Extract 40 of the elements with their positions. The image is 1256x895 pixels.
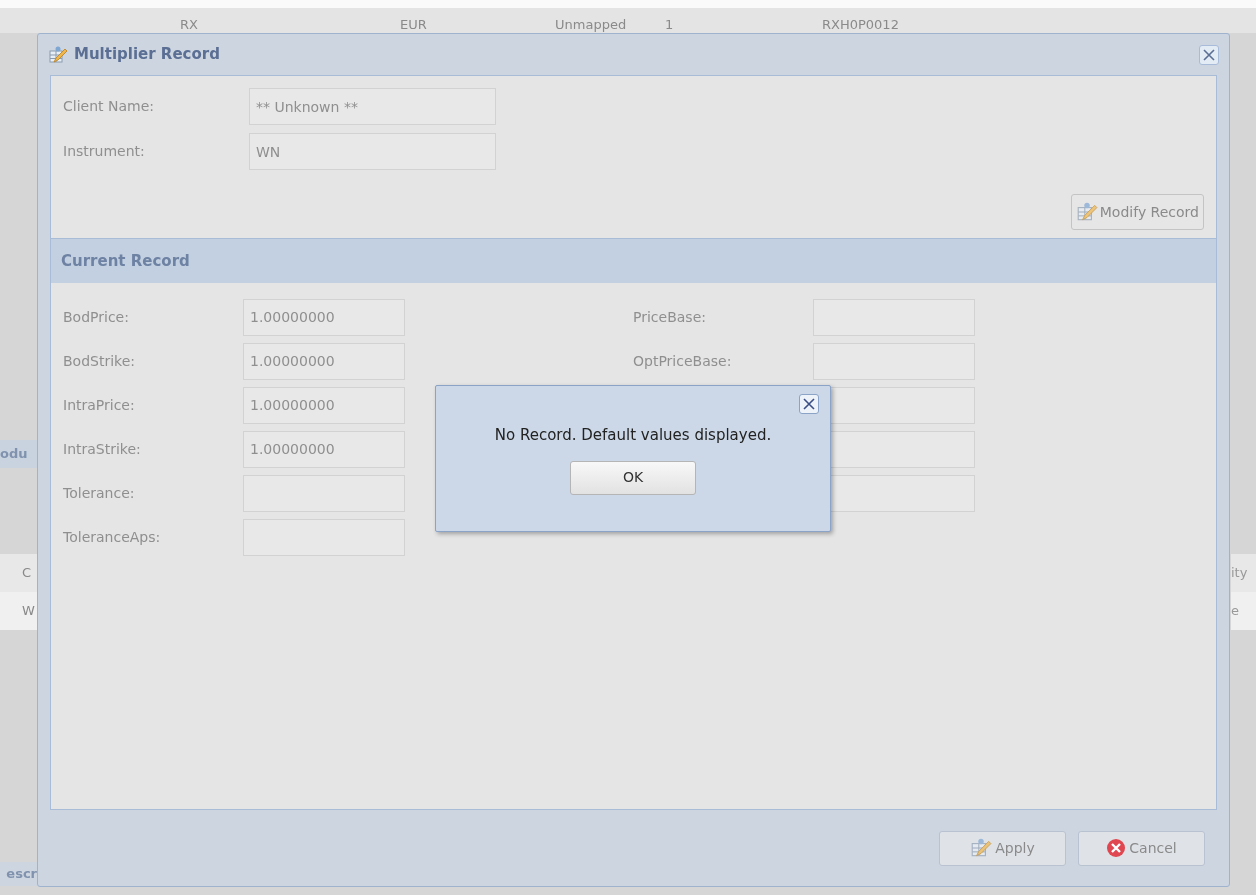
input-field[interactable]: WN [249, 133, 496, 170]
table-cell-text: odu [0, 445, 28, 464]
input-field[interactable]: 1.00000000 [243, 298, 405, 336]
input-field[interactable]: ** Unknown ** [249, 88, 496, 125]
table-cell: 1 [665, 17, 674, 32]
field-label: BodStrike: [63, 351, 137, 371]
input-field[interactable]: 1.00000000 [243, 386, 405, 424]
pencil-table-icon [970, 837, 993, 859]
cancel-icon [1106, 838, 1127, 858]
table-cell: Unmapped [555, 17, 627, 32]
table-cell: RX [180, 17, 198, 32]
field-label: Client Name: [63, 97, 155, 116]
close-button[interactable] [799, 394, 819, 414]
field-label: PriceBase: [633, 307, 707, 327]
table-cell-text: ity [1231, 564, 1248, 583]
table-cell-text: W [22, 602, 35, 621]
field-label: BodPrice: [63, 307, 130, 327]
table-cell-text: e [1231, 602, 1239, 621]
pencil-table-icon [48, 44, 68, 65]
panel-title: escr [6, 865, 37, 884]
input-field[interactable]: 1.00000000 [243, 342, 405, 380]
alert-message: No Record. Default values displayed. [494, 425, 772, 446]
ok-button[interactable]: OK [570, 460, 696, 495]
cancel-button[interactable]: Cancel [1078, 830, 1205, 866]
close-button[interactable] [1199, 44, 1219, 65]
field-label: IntraStrike: [63, 439, 142, 459]
section-title: Current Record [61, 250, 190, 272]
field-label: OptPriceBase: [633, 351, 733, 371]
field-label: Instrument: [63, 142, 146, 161]
window-title: Multiplier Record [74, 44, 220, 66]
table-cell: EUR [400, 17, 427, 32]
table-cell: RXH0P0012 [822, 17, 899, 32]
apply-button[interactable]: Apply [939, 830, 1066, 866]
input-field[interactable]: 1.00000000 [243, 430, 405, 468]
table-cell-text: C [22, 564, 32, 583]
field-label: IntraPrice: [63, 395, 136, 415]
pencil-table-icon [1075, 201, 1098, 223]
modify-record-button[interactable]: Modify Record [1070, 194, 1204, 230]
field-label: ToleranceAps: [63, 527, 162, 547]
field-label: Tolerance: [63, 483, 136, 503]
